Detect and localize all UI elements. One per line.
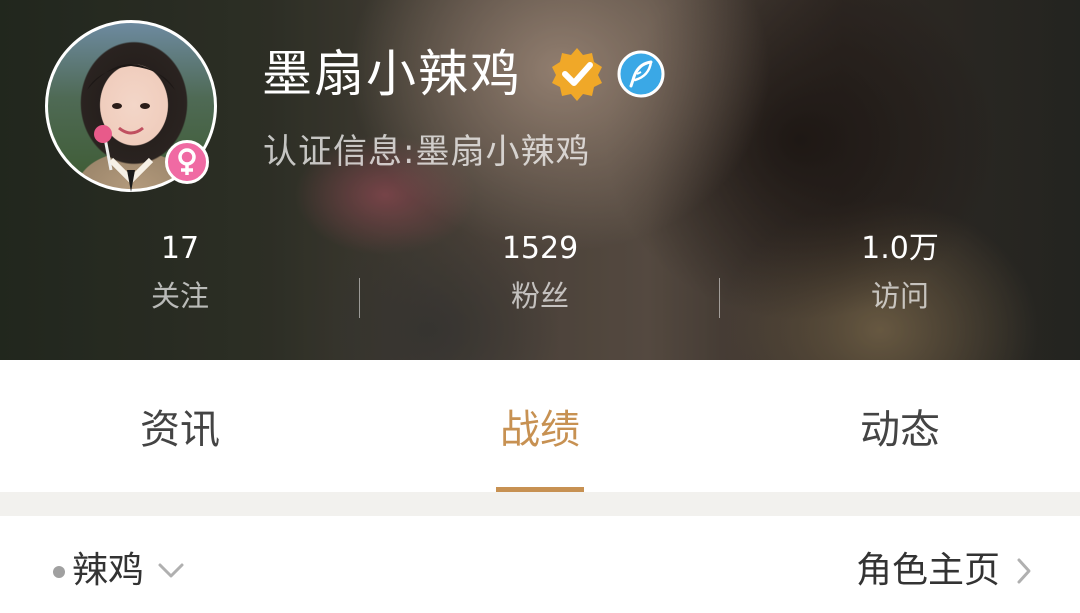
fans-count: 1529 <box>501 231 579 266</box>
tab-record[interactable]: 战绩 <box>360 360 720 492</box>
visits-label: 访问 <box>870 279 929 313</box>
role-homepage-link[interactable]: 角色主页 <box>856 548 1000 594</box>
tab-feed-label: 动态 <box>860 407 940 453</box>
visits-count: 1.0万 <box>861 231 939 266</box>
role-row: 辣鸡 角色主页 <box>0 516 1080 613</box>
certification-info: 认证信息:墨扇小辣鸡 <box>263 130 590 174</box>
stat-visits[interactable]: 1.0万 访问 <box>720 230 1080 316</box>
avatar-container[interactable] <box>45 20 217 192</box>
username: 墨扇小辣鸡 <box>262 45 522 103</box>
tab-record-label: 战绩 <box>500 407 580 453</box>
chevron-down-icon[interactable] <box>156 560 186 582</box>
role-status-dot <box>53 566 65 578</box>
chevron-right-icon[interactable] <box>1014 556 1034 586</box>
feather-icon[interactable] <box>617 50 665 98</box>
verified-check-icon[interactable] <box>549 46 605 102</box>
tab-feed[interactable]: 动态 <box>720 360 1080 492</box>
stat-fans[interactable]: 1529 粉丝 <box>360 230 720 316</box>
certification-value: 墨扇小辣鸡 <box>415 132 591 172</box>
profile-header: 墨扇小辣鸡 认证信息:墨扇小辣鸡 17 关注 1529 粉丝 1.0万 访问 <box>0 0 1080 360</box>
stat-follow[interactable]: 17 关注 <box>0 230 360 316</box>
certification-label: 认证信息: <box>263 132 416 172</box>
fans-label: 粉丝 <box>510 279 569 313</box>
role-selector[interactable]: 辣鸡 <box>72 548 144 594</box>
tab-news[interactable]: 资讯 <box>0 360 360 492</box>
female-gender-icon <box>165 140 209 184</box>
follow-label: 关注 <box>150 279 209 313</box>
section-separator <box>0 492 1080 516</box>
tab-news-label: 资讯 <box>140 407 220 453</box>
follow-count: 17 <box>160 231 200 266</box>
tab-bar: 资讯 战绩 动态 <box>0 360 1080 492</box>
